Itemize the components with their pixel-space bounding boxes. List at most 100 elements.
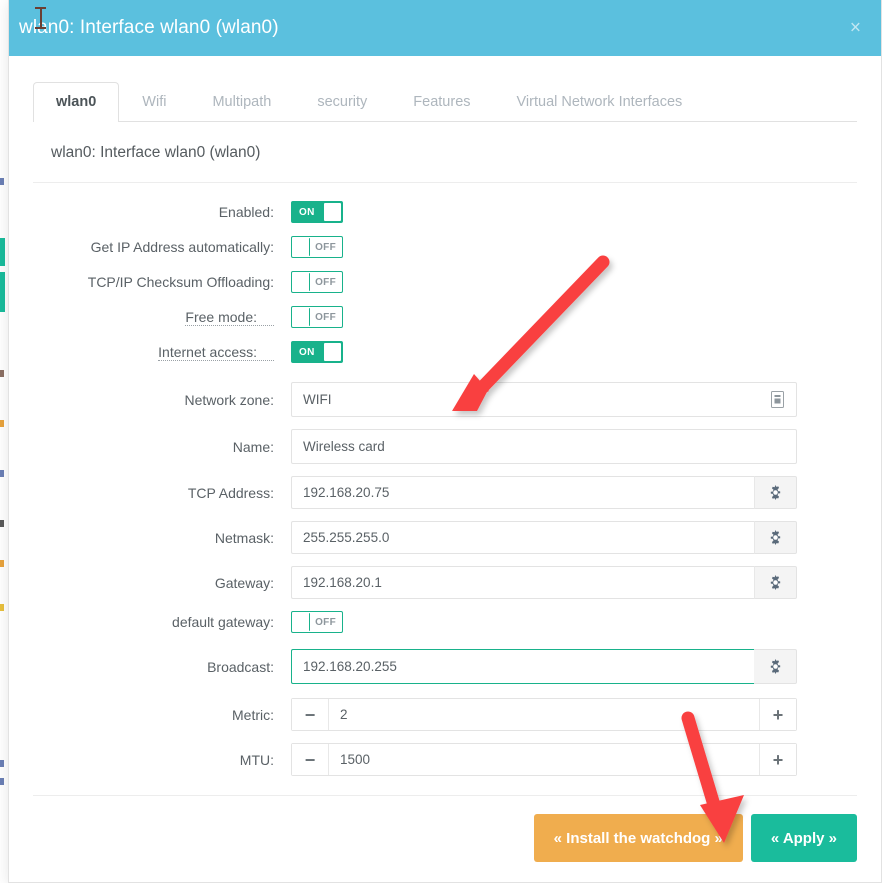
label-name: Name:	[232, 438, 274, 455]
toggle-enabled[interactable]: ON	[291, 201, 343, 223]
metric-decrement-button[interactable]: −	[292, 699, 329, 730]
form-row-mtu: MTU: − 1500 +	[33, 743, 857, 776]
label-network-zone: Network zone:	[184, 391, 274, 408]
page-root: wlan0: Interface wlan0 (wlan0) × wlan0 W…	[0, 0, 882, 883]
gateway-input[interactable]	[291, 566, 754, 599]
label-mtu: MTU:	[239, 751, 274, 768]
background-tick	[0, 178, 4, 185]
toggle-free-mode[interactable]: OFF	[291, 306, 343, 328]
gateway-input-group	[291, 566, 797, 599]
label-default-gateway: default gateway:	[172, 614, 274, 630]
label-enabled: Enabled:	[218, 204, 274, 220]
name-input[interactable]	[291, 429, 797, 464]
label-wrap-internet-access: Internet access:	[33, 344, 291, 361]
toggle-internet-access[interactable]: ON	[291, 341, 343, 363]
background-tick	[0, 420, 4, 427]
toggle-knob	[293, 613, 310, 631]
form-row-get-ip-automatically: Get IP Address automatically: OFF	[33, 236, 857, 258]
background-tick	[0, 560, 4, 567]
toggle-knob	[293, 238, 310, 256]
form-row-metric: Metric: − 2 +	[33, 698, 857, 731]
label-gateway: Gateway:	[214, 574, 274, 591]
device-list-icon[interactable]	[758, 391, 796, 408]
form-row-network-zone: Network zone: WIFI	[33, 382, 857, 417]
toggle-knob	[324, 343, 341, 361]
label-netmask: Netmask:	[214, 529, 274, 546]
toggle-state-text: ON	[299, 346, 315, 358]
toggle-state-text: OFF	[315, 616, 336, 628]
form-row-default-gateway: default gateway: OFF	[33, 611, 857, 633]
gear-icon[interactable]	[754, 649, 797, 684]
label-broadcast: Broadcast:	[207, 658, 274, 675]
label-internet-access[interactable]: Internet access:	[158, 344, 274, 361]
mtu-value[interactable]: 1500	[329, 744, 759, 775]
gear-icon[interactable]	[754, 521, 797, 554]
form-row-internet-access: Internet access: ON	[33, 341, 857, 363]
form-row-tcpip-checksum-offloading: TCP/IP Checksum Offloading: OFF	[33, 271, 857, 293]
toggle-state-text: OFF	[315, 241, 336, 253]
section-title: wlan0: Interface wlan0 (wlan0)	[33, 122, 857, 183]
network-zone-value[interactable]: WIFI	[292, 392, 758, 407]
label-get-ip-automatically: Get IP Address automatically:	[90, 239, 274, 255]
toggle-knob	[293, 273, 310, 291]
close-button[interactable]: ×	[844, 15, 867, 42]
install-watchdog-button[interactable]: « Install the watchdog »	[533, 814, 743, 862]
modal-body: wlan0: Interface wlan0 (wlan0) Enabled: …	[9, 122, 881, 795]
label-metric: Metric:	[232, 706, 274, 723]
form-row-gateway: Gateway:	[33, 566, 857, 599]
modal-header: wlan0: Interface wlan0 (wlan0) ×	[9, 0, 881, 56]
background-tick	[0, 470, 4, 477]
background-accent-strip	[0, 238, 5, 266]
toggle-default-gateway[interactable]: OFF	[291, 611, 343, 633]
metric-stepper: − 2 +	[291, 698, 797, 731]
tab-wlan0[interactable]: wlan0	[33, 82, 120, 123]
tab-bar: wlan0 Wifi Multipath security Features V…	[9, 78, 881, 123]
toggle-state-text: ON	[299, 206, 315, 218]
gear-icon[interactable]	[754, 476, 797, 509]
label-wrap-free-mode: Free mode:	[33, 309, 291, 326]
interface-form: Enabled: ON Get IP Address automatically…	[33, 183, 857, 776]
form-row-enabled: Enabled: ON	[33, 201, 857, 223]
broadcast-input[interactable]	[291, 649, 754, 684]
tab-multipath[interactable]: Multipath	[189, 82, 294, 122]
toggle-state-text: OFF	[315, 311, 336, 323]
metric-increment-button[interactable]: +	[759, 699, 796, 730]
modal-footer: « Install the watchdog » « Apply »	[33, 795, 857, 882]
mtu-decrement-button[interactable]: −	[292, 744, 329, 775]
label-tcpip-checksum-offloading: TCP/IP Checksum Offloading:	[87, 274, 274, 290]
network-zone-input-group[interactable]: WIFI	[291, 382, 797, 417]
background-tick	[0, 778, 4, 785]
background-tick	[0, 604, 4, 611]
toggle-knob	[293, 308, 310, 326]
netmask-input-group	[291, 521, 797, 554]
tcp-address-input-group	[291, 476, 797, 509]
tab-features[interactable]: Features	[390, 82, 493, 122]
form-row-broadcast: Broadcast:	[33, 649, 857, 684]
label-free-mode[interactable]: Free mode:	[185, 309, 274, 326]
background-accent-strip	[0, 272, 5, 312]
form-row-name: Name:	[33, 429, 857, 464]
gear-icon[interactable]	[754, 566, 797, 599]
form-row-netmask: Netmask:	[33, 521, 857, 554]
tab-security[interactable]: security	[294, 82, 390, 122]
modal-title: wlan0: Interface wlan0 (wlan0)	[19, 17, 279, 38]
interface-config-modal: wlan0: Interface wlan0 (wlan0) × wlan0 W…	[8, 0, 882, 883]
tcp-address-input[interactable]	[291, 476, 754, 509]
form-row-tcp-address: TCP Address:	[33, 476, 857, 509]
netmask-input[interactable]	[291, 521, 754, 554]
apply-button[interactable]: « Apply »	[750, 814, 857, 862]
broadcast-input-group	[291, 649, 797, 684]
form-row-free-mode: Free mode: OFF	[33, 306, 857, 328]
toggle-state-text: OFF	[315, 276, 336, 288]
background-tick	[0, 520, 4, 527]
label-tcp-address: TCP Address:	[187, 484, 274, 501]
metric-value[interactable]: 2	[329, 699, 759, 730]
tab-wifi[interactable]: Wifi	[119, 82, 189, 122]
mtu-stepper: − 1500 +	[291, 743, 797, 776]
toggle-tcpip-checksum-offloading[interactable]: OFF	[291, 271, 343, 293]
tab-virtual-network-interfaces[interactable]: Virtual Network Interfaces	[494, 82, 706, 122]
background-tick	[0, 370, 4, 377]
mtu-increment-button[interactable]: +	[759, 744, 796, 775]
toggle-get-ip-automatically[interactable]: OFF	[291, 236, 343, 258]
background-tick	[0, 760, 4, 767]
